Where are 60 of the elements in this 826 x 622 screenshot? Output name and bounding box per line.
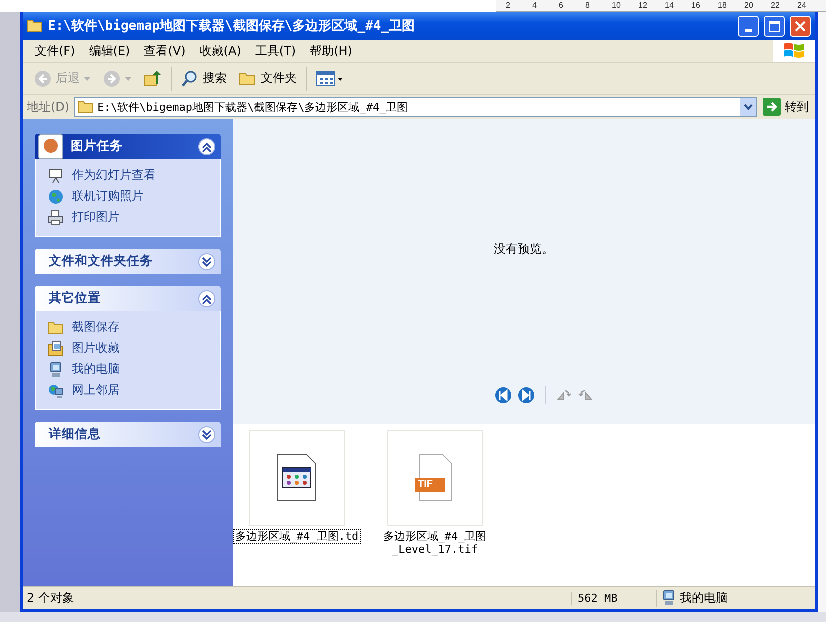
globe-icon [48, 188, 64, 204]
views-grid-icon [316, 70, 344, 86]
task-link[interactable]: 我的电脑 [48, 361, 208, 378]
task-link[interactable]: 截图保存 [48, 319, 208, 336]
rotate-clockwise-button[interactable] [556, 389, 572, 401]
file-item[interactable]: TIF 多边形区域_#4_卫图_Level_17.tif [375, 430, 495, 586]
windows-flag-logo [773, 40, 815, 62]
search-button[interactable]: 搜索 [178, 68, 230, 90]
menu-item[interactable]: 收藏(A) [194, 40, 248, 62]
panel-header[interactable]: 详细信息 [35, 422, 221, 447]
panel-header[interactable]: 图片任务 [35, 134, 221, 159]
window-title: E:\软件\bigemap地图下载器\截图保存\多边形区域_#4_卫图 [48, 18, 416, 35]
search-icon [181, 70, 199, 88]
menu-item[interactable]: 帮助(H) [304, 40, 358, 62]
folder-icon [48, 320, 64, 334]
folder-icon [27, 19, 43, 33]
previous-image-button[interactable] [494, 386, 512, 404]
task-link[interactable]: 打印图片 [48, 209, 208, 226]
ruler: 2 4 6 8 10 12 14 16 18 20 22 24 [496, 0, 826, 12]
computer-icon [48, 362, 64, 378]
file-name: 多边形区域_#4_卫图_Level_17.tif [382, 530, 488, 556]
minimize-icon [745, 28, 752, 32]
folder-icon [78, 100, 94, 114]
task-link[interactable]: 联机订购照片 [48, 188, 208, 205]
network-globe-icon [48, 382, 64, 398]
file-item[interactable]: 多边形区域_#4_卫图.td [237, 430, 357, 586]
computer-icon [661, 590, 677, 606]
task-link[interactable]: 图片收藏 [48, 340, 208, 357]
size-text: 562 MB [571, 592, 656, 604]
document-window-icon [277, 454, 317, 502]
caret-icon [84, 76, 91, 80]
next-image-button[interactable] [518, 386, 534, 404]
menu-item[interactable]: 文件(F) [29, 40, 82, 62]
rotate-counterclockwise-button[interactable] [578, 389, 594, 401]
zone-text: 我的电脑 [680, 590, 728, 606]
menu-item[interactable]: 编辑(E) [83, 40, 136, 62]
address-field[interactable]: E:\软件\bigemap地图下载器\截图保存\多边形区域_#4_卫图 [74, 97, 757, 117]
close-icon [795, 20, 806, 32]
folders-button[interactable]: 文件夹 [236, 68, 300, 89]
close-button[interactable] [790, 16, 811, 36]
menu-item[interactable]: 工具(T) [249, 40, 302, 62]
menu-item[interactable]: 查看(V) [138, 40, 192, 62]
picture-folder-icon [48, 340, 64, 356]
address-label: 地址(D) [27, 98, 70, 116]
projector-screen-icon [48, 168, 64, 184]
folder-icon [239, 70, 257, 86]
maximize-icon [769, 20, 780, 32]
file-name: 多边形区域_#4_卫图.td [234, 530, 360, 543]
task-link[interactable]: 作为幻灯片查看 [48, 167, 208, 184]
printer-icon [48, 210, 64, 226]
panel-header[interactable]: 其它位置 [35, 286, 221, 311]
no-preview-message: 没有预览。 [494, 241, 554, 258]
minimize-button[interactable] [738, 16, 759, 36]
caret-icon [125, 76, 132, 80]
folder-up-icon [144, 70, 162, 88]
panel-header[interactable]: 文件和文件夹任务 [35, 249, 221, 274]
task-link[interactable]: 网上邻居 [48, 382, 208, 399]
object-count: 2 个对象 [26, 590, 76, 606]
maximize-button[interactable] [764, 16, 785, 36]
go-button[interactable]: 转到 [761, 98, 811, 116]
